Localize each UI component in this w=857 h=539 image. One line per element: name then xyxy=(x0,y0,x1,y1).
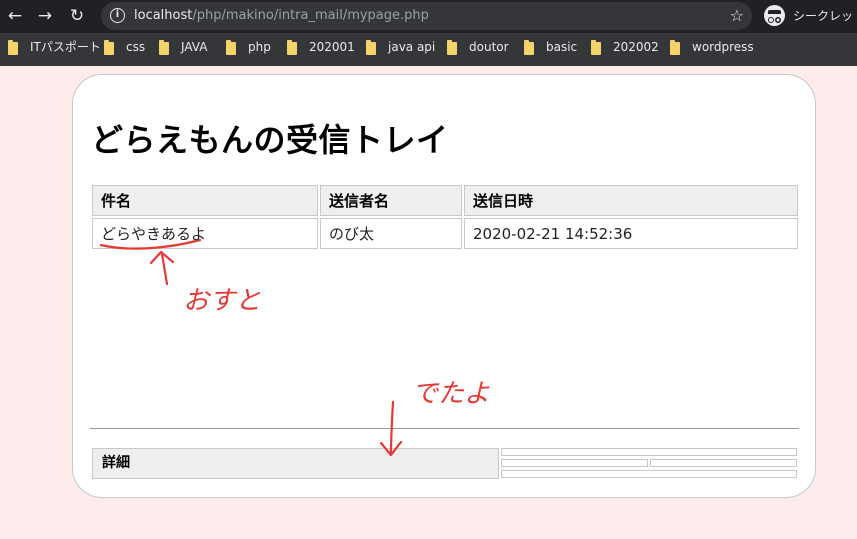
forward-arrow-icon[interactable]: → xyxy=(34,5,56,27)
reload-icon[interactable]: ↻ xyxy=(66,5,88,27)
subject-cell[interactable]: どらやきあるよ xyxy=(92,218,318,249)
url-host: localhost xyxy=(134,8,193,23)
info-icon[interactable]: i xyxy=(110,8,125,23)
bookmarks-bar: ITパスポート css JAVA php 202001 java api dou… xyxy=(0,33,857,66)
star-icon[interactable]: ☆ xyxy=(730,5,744,27)
url-text[interactable]: localhost/php/makino/intra_mail/mypage.p… xyxy=(134,2,429,30)
incognito-label: シークレット xyxy=(793,9,857,23)
table-header-row: 件名 送信者名 送信日時 xyxy=(92,185,798,216)
folder-icon xyxy=(287,40,297,55)
detail-header: 詳細 xyxy=(92,448,499,479)
handwritten-appear-note: でたよ xyxy=(412,379,491,409)
detail-field-right xyxy=(650,459,797,467)
inbox-table: 件名 送信者名 送信日時 どらやきあるよ のび太 2020-02-21 14:5… xyxy=(90,183,800,251)
table-row[interactable]: どらやきあるよ のび太 2020-02-21 14:52:36 xyxy=(92,218,798,249)
detail-field-top xyxy=(501,448,797,456)
url-path: /php/makino/intra_mail/mypage.php xyxy=(192,8,429,23)
address-bar[interactable]: i localhost/php/makino/intra_mail/mypage… xyxy=(101,2,752,30)
page-title: どらえもんの受信トレイ xyxy=(91,121,449,159)
header-sender: 送信者名 xyxy=(320,185,462,216)
header-subject: 件名 xyxy=(92,185,318,216)
sender-cell: のび太 xyxy=(320,218,462,249)
folder-icon xyxy=(447,40,457,55)
back-arrow-icon[interactable]: ← xyxy=(4,5,26,27)
detail-field-bottom xyxy=(501,470,797,478)
section-divider xyxy=(90,428,799,429)
browser-toolbar: ← → ↻ i localhost/php/makino/intra_mail/… xyxy=(0,0,857,33)
handwritten-push-note: おすと xyxy=(183,286,262,316)
folder-icon xyxy=(670,40,680,55)
header-datetime: 送信日時 xyxy=(464,185,798,216)
datetime-cell: 2020-02-21 14:52:36 xyxy=(464,218,798,249)
folder-icon xyxy=(8,40,18,55)
folder-icon xyxy=(366,40,376,55)
folder-icon xyxy=(591,40,601,55)
subject-link[interactable]: どらやきあるよ xyxy=(101,225,206,243)
folder-icon xyxy=(104,40,114,55)
incognito-indicator[interactable]: シークレット xyxy=(761,2,857,30)
folder-icon xyxy=(159,40,169,55)
folder-icon xyxy=(524,40,534,55)
incognito-icon xyxy=(764,5,785,26)
detail-field-left xyxy=(501,459,648,467)
folder-icon xyxy=(226,40,236,55)
